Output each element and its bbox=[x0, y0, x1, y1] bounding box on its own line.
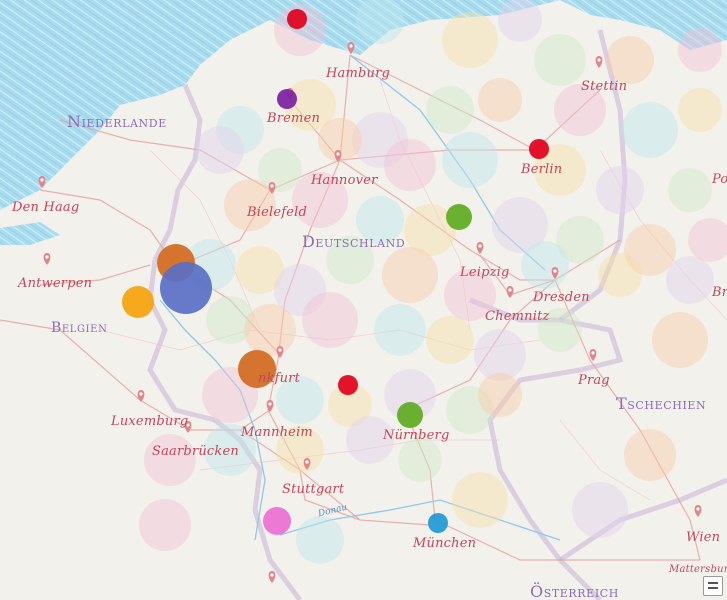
density-circle bbox=[452, 472, 508, 528]
city-pin-mannheim bbox=[266, 400, 274, 412]
city-label-prag: Prag bbox=[578, 373, 610, 388]
density-circle bbox=[596, 166, 644, 214]
city-label-bielefeld: Bielefeld bbox=[247, 205, 308, 220]
density-circle bbox=[442, 12, 498, 68]
city-label-berlin: Berlin bbox=[521, 162, 563, 177]
density-circle bbox=[426, 316, 474, 364]
density-circle bbox=[624, 429, 676, 481]
city-label-hamburg: Hamburg bbox=[326, 66, 391, 81]
city-label-poznan: Po bbox=[712, 172, 727, 187]
city-label-antwerpen: Antwerpen bbox=[18, 276, 93, 291]
density-circle bbox=[498, 0, 542, 42]
density-circle bbox=[521, 241, 569, 289]
city-label-bremen: Bremen bbox=[267, 111, 321, 126]
city-label-mannheim: Mannheim bbox=[241, 425, 313, 440]
city-pin-frankfurt bbox=[276, 346, 284, 358]
city-label-stettin: Stettin bbox=[581, 79, 628, 94]
city-label-leipzig: Leipzig bbox=[460, 265, 510, 280]
density-circle bbox=[398, 438, 442, 482]
density-circle bbox=[478, 78, 522, 122]
density-circle bbox=[678, 88, 722, 132]
density-circle bbox=[652, 312, 708, 368]
city-label-frankfurt: nkfurt bbox=[258, 371, 301, 386]
city-pin-chemnitz bbox=[506, 286, 514, 298]
city-label-saarbruecken: Saarbrücken bbox=[152, 444, 239, 459]
density-circle bbox=[196, 126, 244, 174]
point-leipzig-west[interactable] bbox=[446, 204, 472, 230]
city-label-muenchen: München bbox=[413, 536, 477, 551]
point-bremen[interactable] bbox=[277, 89, 297, 109]
city-label-dresden: Dresden bbox=[533, 290, 590, 305]
city-pin-prag bbox=[589, 349, 597, 361]
density-circle bbox=[666, 256, 714, 304]
city-pin-luxemburg bbox=[137, 390, 145, 402]
density-circle bbox=[144, 434, 196, 486]
density-circle bbox=[606, 36, 654, 84]
point-nuernberg[interactable] bbox=[397, 402, 423, 428]
density-circle bbox=[668, 168, 712, 212]
city-label-chemnitz: Chemnitz bbox=[485, 309, 550, 324]
city-label-luxemburg: Luxemburg bbox=[111, 414, 189, 429]
point-wuerzburg[interactable] bbox=[338, 375, 358, 395]
density-circle bbox=[384, 139, 436, 191]
density-circle bbox=[302, 292, 358, 348]
country-label-belgien: Belgien bbox=[51, 320, 108, 336]
country-label-deutschland: Deutschland bbox=[302, 232, 406, 251]
point-muenchen[interactable] bbox=[428, 513, 448, 533]
city-label-stuttgart: Stuttgart bbox=[282, 482, 345, 497]
density-circle bbox=[244, 304, 296, 356]
map-view[interactable]: Niederlande Deutschland Belgien Tschechi… bbox=[0, 0, 727, 600]
density-circle bbox=[688, 218, 727, 262]
point-aachen[interactable] bbox=[160, 262, 212, 314]
point-berlin[interactable] bbox=[529, 139, 549, 159]
city-label-wien: Wien bbox=[686, 530, 721, 545]
city-pin-antwerpen bbox=[43, 253, 51, 265]
city-pin-wien bbox=[694, 505, 702, 517]
density-circle bbox=[139, 499, 191, 551]
density-circle bbox=[678, 28, 722, 72]
density-circle bbox=[382, 247, 438, 303]
city-pin-pin-south bbox=[268, 571, 276, 583]
city-label-breslau: Br bbox=[712, 285, 727, 300]
density-circle bbox=[426, 86, 474, 134]
map-menu-button[interactable] bbox=[703, 576, 723, 596]
country-label-niederlande: Niederlande bbox=[67, 112, 167, 131]
density-circle bbox=[296, 516, 344, 564]
country-label-tschechien: Tschechien bbox=[616, 394, 707, 413]
density-circle bbox=[478, 373, 522, 417]
density-circles bbox=[139, 0, 727, 564]
density-circle bbox=[622, 102, 678, 158]
city-label-nuernberg: Nürnberg bbox=[383, 428, 450, 443]
city-label-den-haag: Den Haag bbox=[12, 200, 80, 215]
city-label-hannover: Hannover bbox=[311, 173, 378, 188]
point-antwerpen-east[interactable] bbox=[122, 286, 154, 318]
city-pin-stettin bbox=[595, 56, 603, 68]
city-pin-leipzig bbox=[476, 242, 484, 254]
density-circle bbox=[598, 253, 642, 297]
country-label-oesterreich: Österreich bbox=[530, 582, 619, 600]
city-label-mattersburg: Mattersburg bbox=[669, 564, 727, 575]
point-stuttgart-south[interactable] bbox=[263, 507, 291, 535]
density-circle bbox=[534, 34, 586, 86]
city-pin-den-haag bbox=[38, 176, 46, 188]
city-pin-hamburg bbox=[347, 42, 355, 54]
density-circle bbox=[374, 304, 426, 356]
density-circle bbox=[572, 482, 628, 538]
density-circle bbox=[442, 132, 498, 188]
density-circle bbox=[356, 0, 404, 44]
point-hamburg-north[interactable] bbox=[287, 9, 307, 29]
